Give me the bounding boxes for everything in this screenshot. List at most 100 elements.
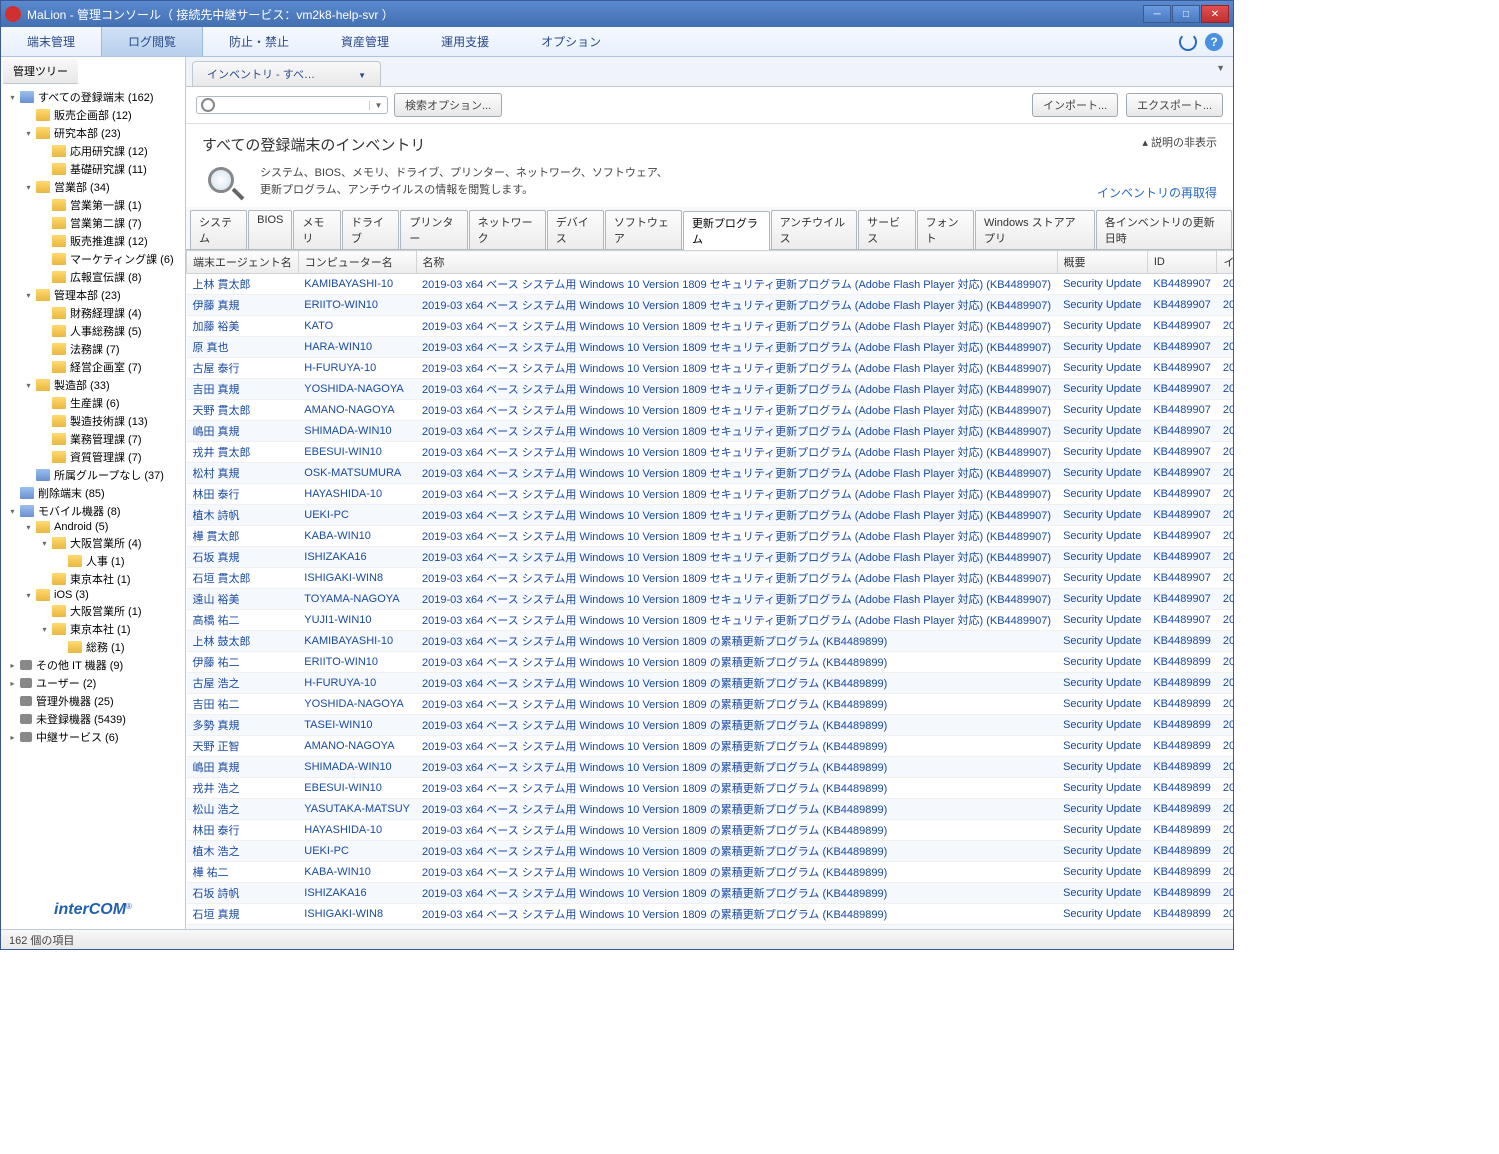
tree-toggle-icon[interactable]: ▾ (23, 590, 34, 601)
table-row[interactable]: 樺 貫太郎KABA-WIN102019-03 x64 ベース システム用 Win… (187, 526, 1234, 547)
column-header[interactable]: 概要 (1057, 251, 1147, 274)
tree-toggle-icon[interactable]: ▾ (23, 522, 34, 533)
tree-item[interactable]: 応用研究課 (12) (3, 142, 183, 160)
subtab[interactable]: 各インベントリの更新日時 (1096, 210, 1232, 249)
tree-item[interactable]: ▾iOS (3) (3, 588, 183, 602)
table-row[interactable]: 石垣 真規ISHIGAKI-WIN82019-03 x64 ベース システム用 … (187, 904, 1234, 925)
subtab[interactable]: 更新プログラム (683, 211, 770, 250)
tree-toggle-icon[interactable]: ▾ (23, 380, 34, 391)
tree-item[interactable]: ▾研究本部 (23) (3, 124, 183, 142)
column-header[interactable]: 名称 (416, 251, 1057, 274)
table-row[interactable]: 伊藤 真規ERIITO-WIN102019-03 x64 ベース システム用 W… (187, 295, 1234, 316)
table-row[interactable]: 吉田 祐二YOSHIDA-NAGOYA2019-03 x64 ベース システム用… (187, 694, 1234, 715)
tree-item[interactable]: 基礎研究課 (11) (3, 160, 183, 178)
subtab[interactable]: サービス (858, 210, 915, 249)
tree-toggle-icon[interactable]: ▾ (7, 506, 18, 517)
subtab[interactable]: BIOS (248, 210, 292, 249)
table-row[interactable]: 樺 祐二KABA-WIN102019-03 x64 ベース システム用 Wind… (187, 862, 1234, 883)
menu-item[interactable]: ログ閲覧 (101, 27, 203, 56)
column-header[interactable]: 端末エージェント名 (187, 251, 299, 274)
subtab[interactable]: ネットワーク (469, 210, 546, 249)
table-row[interactable]: 原 真也HARA-WIN102019-03 x64 ベース システム用 Wind… (187, 337, 1234, 358)
tree-item[interactable]: 営業第一課 (1) (3, 196, 183, 214)
tree-item[interactable]: 管理外機器 (25) (3, 692, 183, 710)
hide-description-link[interactable]: ▴ 説明の非表示 (1142, 137, 1217, 149)
chevron-down-icon[interactable]: ▼ (358, 71, 366, 80)
table-row[interactable]: 植木 詩帆UEKI-PC2019-03 x64 ベース システム用 Window… (187, 505, 1234, 526)
menu-item[interactable]: 端末管理 (1, 27, 101, 56)
menu-item[interactable]: 資産管理 (315, 27, 415, 56)
subtab[interactable]: アンチウイルス (771, 210, 858, 249)
export-button[interactable]: エクスポート... (1126, 93, 1223, 117)
tree-item[interactable]: 法務課 (7) (3, 340, 183, 358)
search-input[interactable] (219, 97, 369, 113)
table-row[interactable]: 松山 浩之YASUTAKA-MATSUY2019-03 x64 ベース システム… (187, 799, 1234, 820)
table-row[interactable]: 天野 貫太郎AMANO-NAGOYA2019-03 x64 ベース システム用 … (187, 400, 1234, 421)
tree-toggle-icon[interactable]: ▾ (23, 182, 34, 193)
tree-item[interactable]: ▾製造部 (33) (3, 376, 183, 394)
tree-item[interactable]: ▸ユーザー (2) (3, 674, 183, 692)
column-header[interactable]: インスト… (1217, 251, 1233, 274)
table-row[interactable]: 石垣 貫太郎ISHIGAKI-WIN82019-03 x64 ベース システム用… (187, 568, 1234, 589)
tree-item[interactable]: 人事総務課 (5) (3, 322, 183, 340)
table-row[interactable]: 古屋 泰行H-FURUYA-102019-03 x64 ベース システム用 Wi… (187, 358, 1234, 379)
search-options-button[interactable]: 検索オプション... (394, 93, 502, 117)
table-row[interactable]: 植木 浩之UEKI-PC2019-03 x64 ベース システム用 Window… (187, 841, 1234, 862)
tree-toggle-icon[interactable]: ▾ (23, 128, 34, 139)
table-row[interactable]: 林田 泰行HAYASHIDA-102019-03 x64 ベース システム用 W… (187, 820, 1234, 841)
tree-item[interactable]: 経営企画室 (7) (3, 358, 183, 376)
table-row[interactable]: 加藤 裕美KATO2019-03 x64 ベース システム用 Windows 1… (187, 316, 1234, 337)
table-row[interactable]: 遠山 裕美TOYAMA-NAGOYA2019-03 x64 ベース システム用 … (187, 589, 1234, 610)
subtab[interactable]: ソフトウェア (605, 210, 682, 249)
table-container[interactable]: 端末エージェント名コンピューター名名称概要IDインスト… 上林 貫太郎KAMIB… (186, 250, 1233, 929)
table-row[interactable]: 嶋田 真規SHIMADA-WIN102019-03 x64 ベース システム用 … (187, 421, 1234, 442)
tree-item[interactable]: ▾大阪営業所 (4) (3, 534, 183, 552)
tree-item[interactable]: 総務 (1) (3, 638, 183, 656)
subtab[interactable]: システム (190, 210, 247, 249)
tree-toggle-icon[interactable]: ▾ (39, 538, 50, 549)
tree-item[interactable]: 削除端末 (85) (3, 484, 183, 502)
table-row[interactable]: 伊藤 祐二ERIITO-WIN102019-03 x64 ベース システム用 W… (187, 652, 1234, 673)
tree-item[interactable]: ▸中継サービス (6) (3, 728, 183, 746)
reload-inventory-link[interactable]: インベントリの再取得 (1097, 186, 1217, 200)
minimize-button[interactable]: ─ (1143, 5, 1171, 23)
tree-item[interactable]: 販売企画部 (12) (3, 106, 183, 124)
tree-item[interactable]: ▾Android (5) (3, 520, 183, 534)
table-row[interactable]: 吉田 真規YOSHIDA-NAGOYA2019-03 x64 ベース システム用… (187, 379, 1234, 400)
subtab[interactable]: Windows ストアアプリ (975, 210, 1095, 249)
subtab[interactable]: デバイス (547, 210, 604, 249)
tree-item[interactable]: 財務経理課 (4) (3, 304, 183, 322)
table-row[interactable]: 高橋 祐二YUJI1-WIN102019-03 x64 ベース システム用 Wi… (187, 610, 1234, 631)
tree-item[interactable]: 人事 (1) (3, 552, 183, 570)
tree-item[interactable]: ▾モバイル機器 (8) (3, 502, 183, 520)
table-row[interactable]: 古屋 浩之H-FURUYA-102019-03 x64 ベース システム用 Wi… (187, 673, 1234, 694)
close-button[interactable]: ✕ (1201, 5, 1229, 23)
table-row[interactable]: 石坂 真規ISHIZAKA162019-03 x64 ベース システム用 Win… (187, 547, 1234, 568)
tree-view[interactable]: ▾すべての登録端末 (162)販売企画部 (12)▾研究本部 (23)応用研究課… (1, 84, 185, 891)
table-row[interactable]: 嶋田 真規SHIMADA-WIN102019-03 x64 ベース システム用 … (187, 757, 1234, 778)
tree-item[interactable]: 大阪営業所 (1) (3, 602, 183, 620)
tree-toggle-icon[interactable]: ▾ (23, 290, 34, 301)
tree-toggle-icon[interactable]: ▸ (7, 732, 18, 743)
tree-toggle-icon[interactable]: ▾ (39, 624, 50, 635)
menu-item[interactable]: オプション (515, 27, 627, 56)
table-row[interactable]: 多勢 真規TASEI-WIN102019-03 x64 ベース システム用 Wi… (187, 715, 1234, 736)
tree-item[interactable]: マーケティング課 (6) (3, 250, 183, 268)
tab-menu-icon[interactable]: ▼ (1216, 63, 1225, 73)
tree-item[interactable]: 生産課 (6) (3, 394, 183, 412)
subtab[interactable]: フォント (917, 210, 974, 249)
menu-item[interactable]: 防止・禁止 (203, 27, 315, 56)
refresh-icon[interactable] (1179, 33, 1197, 51)
sidebar-tab[interactable]: 管理ツリー (3, 59, 78, 84)
search-dropdown[interactable]: ▼ (369, 101, 387, 110)
tree-item[interactable]: 資質管理課 (7) (3, 448, 183, 466)
help-icon[interactable]: ? (1205, 33, 1223, 51)
tree-item[interactable]: 東京本社 (1) (3, 570, 183, 588)
tree-item[interactable]: ▾営業部 (34) (3, 178, 183, 196)
tree-item[interactable]: 営業第二課 (7) (3, 214, 183, 232)
tree-item[interactable]: ▾管理本部 (23) (3, 286, 183, 304)
tree-item[interactable]: 未登録機器 (5439) (3, 710, 183, 728)
tree-toggle-icon[interactable]: ▸ (7, 678, 18, 689)
table-row[interactable]: 戎井 貫太郎EBESUI-WIN102019-03 x64 ベース システム用 … (187, 442, 1234, 463)
subtab[interactable]: メモリ (293, 210, 341, 249)
